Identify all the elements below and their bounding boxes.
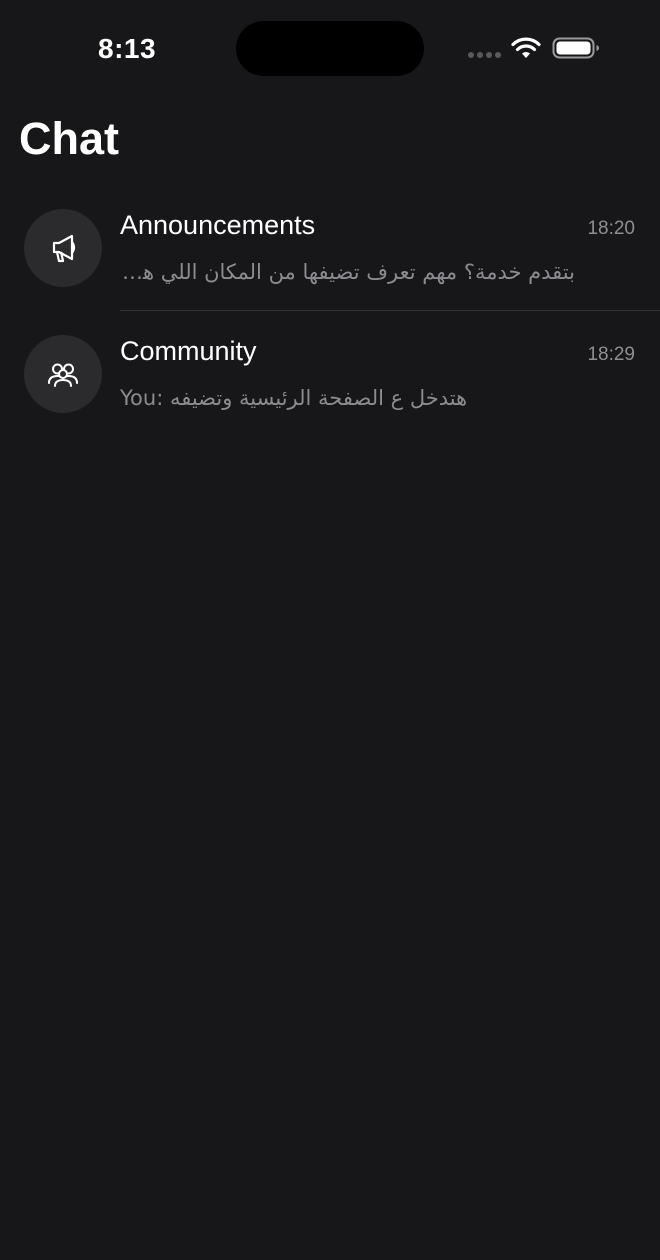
chat-time: 18:20	[587, 218, 635, 239]
page-title: Chat	[19, 113, 119, 164]
status-time: 8:13	[98, 33, 157, 64]
chat-row-announcements[interactable]: Announcements 18:20 بتقدم خدمة؟ مهم تعرف…	[0, 185, 660, 311]
dynamic-island	[236, 21, 424, 76]
wifi-icon	[511, 37, 541, 58]
chat-list: Announcements 18:20 بتقدم خدمة؟ مهم تعرف…	[0, 185, 660, 437]
people-group-icon	[48, 363, 78, 387]
battery-icon	[552, 37, 599, 59]
chat-time: 18:29	[587, 344, 635, 365]
avatar	[24, 209, 102, 287]
chat-name: Community	[120, 336, 257, 366]
avatar	[24, 335, 102, 413]
chat-preview: You: هتدخل ع الصفحة الرئيسية وتضيفه	[120, 386, 468, 410]
chat-preview: بتقدم خدمة؟ مهم تعرف تضيفها من المكان ال…	[120, 260, 575, 284]
chat-name: Announcements	[120, 210, 316, 240]
megaphone-icon	[52, 234, 76, 263]
cellular-signal-icon	[468, 52, 501, 58]
status-bar: 8:13	[0, 0, 660, 96]
chat-row-community[interactable]: Community 18:29 You: هتدخل ع الصفحة الرئ…	[0, 311, 660, 437]
